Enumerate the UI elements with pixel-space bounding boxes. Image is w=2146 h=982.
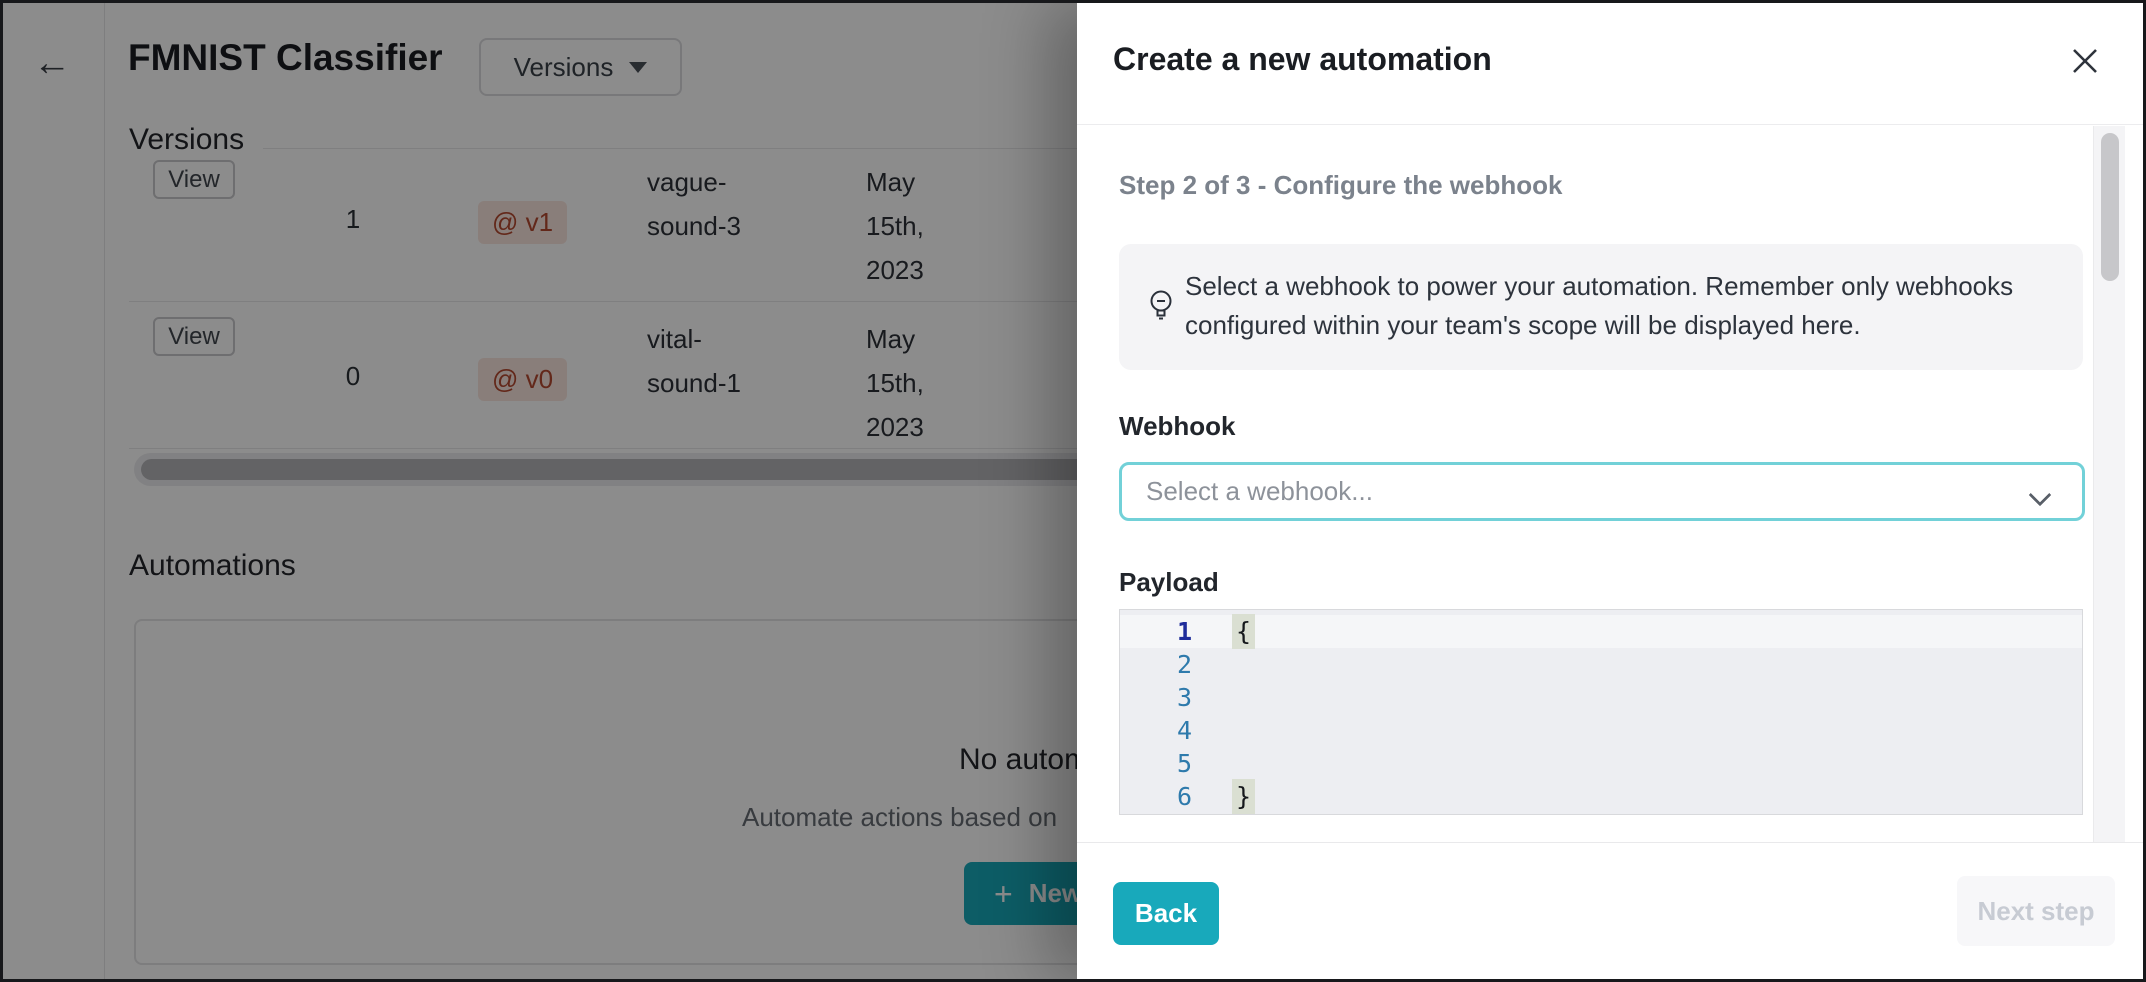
line-number: 5 [1120, 747, 1192, 780]
editor-line: 3 [1120, 681, 2082, 714]
chevron-down-icon [2029, 484, 2052, 507]
editor-line: 5 [1120, 747, 2082, 780]
webhook-select[interactable]: Select a webhook... [1119, 462, 2085, 521]
line-number: 4 [1120, 714, 1192, 747]
drawer-scrollbar-thumb[interactable] [2101, 133, 2119, 281]
close-icon[interactable] [2063, 39, 2107, 83]
webhook-select-placeholder: Select a webhook... [1146, 476, 1373, 507]
editor-line: 4 [1120, 714, 2082, 747]
line-number: 1 [1120, 615, 1192, 648]
create-automation-drawer: Create a new automation Step 2 of 3 - Co… [1077, 3, 2143, 979]
step-indicator: Step 2 of 3 - Configure the webhook [1119, 170, 1562, 201]
info-callout-text: Select a webhook to power your automatio… [1185, 267, 2043, 345]
app-window: ← FMNIST Classifier Versions Versions Vi… [0, 0, 2146, 982]
line-number: 3 [1120, 681, 1192, 714]
drawer-title: Create a new automation [1113, 41, 1492, 78]
drawer-header: Create a new automation [1077, 3, 2143, 125]
lightbulb-icon [1147, 288, 1175, 329]
code-token: } [1232, 779, 1255, 814]
line-number: 6 [1120, 780, 1192, 813]
editor-line: 2 [1120, 648, 2082, 681]
drawer-body: Step 2 of 3 - Configure the webhook Sele… [1077, 126, 2143, 842]
drawer-footer: Back Next step [1077, 842, 2143, 979]
code-token: { [1232, 614, 1255, 649]
line-number: 2 [1120, 648, 1192, 681]
webhook-label: Webhook [1119, 411, 1236, 442]
editor-line: 6 } [1120, 780, 2082, 813]
info-callout: Select a webhook to power your automatio… [1119, 244, 2083, 370]
payload-label: Payload [1119, 567, 1219, 598]
payload-code-editor[interactable]: 1 { 2 3 4 5 [1119, 609, 2083, 815]
drawer-scrollbar[interactable] [2093, 126, 2125, 842]
next-step-button[interactable]: Next step [1957, 876, 2115, 946]
back-button[interactable]: Back [1113, 882, 1219, 945]
editor-line: 1 { [1120, 615, 2082, 648]
